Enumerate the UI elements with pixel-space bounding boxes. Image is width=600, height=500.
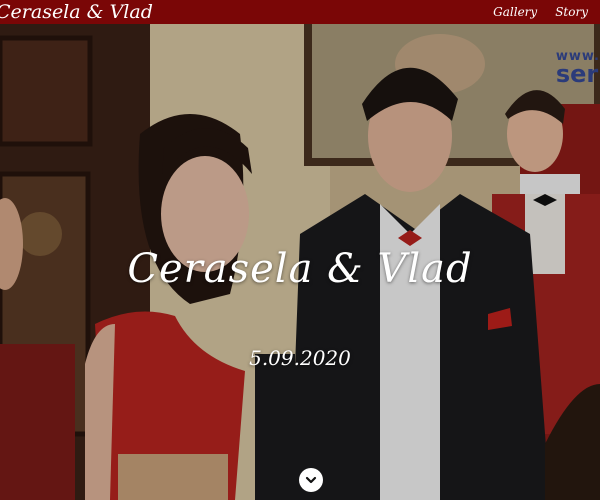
nav-story-link[interactable]: Story [555,5,588,19]
brand-logo[interactable]: Cerasela & Vlad [0,0,153,24]
scroll-down-button[interactable] [299,468,323,492]
nav-gallery-link[interactable]: Gallery [493,5,537,19]
chevron-down-icon [305,476,317,484]
photographer-watermark: www. ser [556,50,600,87]
top-bar: Cerasela & Vlad Gallery Story [0,0,600,24]
hero-photo: www. ser Cerasela & Vlad 5.09.2020 [0,24,600,500]
main-nav: Gallery Story [493,0,588,24]
wedding-date: 5.09.2020 [249,346,351,370]
watermark-bottom: ser [555,60,599,88]
hero-title: Cerasela & Vlad [127,246,473,292]
